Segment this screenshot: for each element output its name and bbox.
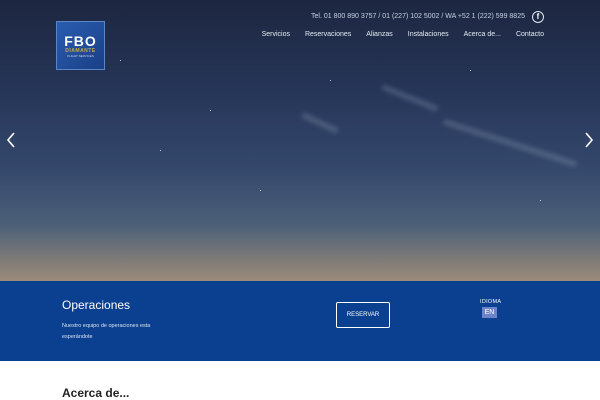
nav-item-servicios[interactable]: Servicios [247, 31, 290, 38]
star [260, 190, 261, 191]
logo-main-text: FBO [64, 32, 97, 49]
nav-item-acerca-de[interactable]: Acerca de... [449, 31, 501, 38]
language-option-en[interactable]: EN [482, 307, 497, 318]
chevron-left-icon[interactable] [4, 131, 18, 149]
reserve-button[interactable]: RESERVAR [336, 302, 390, 328]
nav-item-contacto[interactable]: Contacto [501, 31, 544, 38]
logo-tag-text: FLIGHT SERVICES [67, 53, 94, 58]
chevron-right-icon[interactable] [582, 131, 596, 149]
star [330, 80, 331, 81]
nav-item-alianzas[interactable]: Alianzas [351, 31, 392, 38]
contact-info: Tel. 01 800 890 3757 / 01 (227) 102 5002… [311, 13, 525, 20]
cloud-streak [381, 83, 439, 113]
nav-item-instalaciones[interactable]: Instalaciones [393, 31, 449, 38]
star [160, 150, 161, 151]
operations-text: Nuestro equipo de operaciones esta esper… [62, 323, 151, 340]
operations-title: Operaciones [62, 298, 131, 312]
star [470, 70, 471, 71]
facebook-icon[interactable]: f [532, 11, 544, 23]
main-nav: Servicios Reservaciones Alianzas Instala… [247, 31, 544, 38]
star [210, 110, 211, 111]
star [120, 60, 121, 61]
hero-slider: FBO DIAMANTE FLIGHT SERVICES Tel. 01 800… [0, 0, 600, 281]
cloud-streak [442, 118, 578, 168]
facebook-glyph: f [536, 12, 540, 21]
star [540, 200, 541, 201]
language-label: IDIOMA [480, 299, 502, 305]
about-heading: Acerca de... [62, 386, 130, 400]
logo[interactable]: FBO DIAMANTE FLIGHT SERVICES [56, 21, 105, 70]
cloud-streak [300, 111, 340, 135]
operations-band: Operaciones Nuestro equipo de operacione… [0, 281, 600, 361]
nav-item-reservaciones[interactable]: Reservaciones [290, 31, 351, 38]
